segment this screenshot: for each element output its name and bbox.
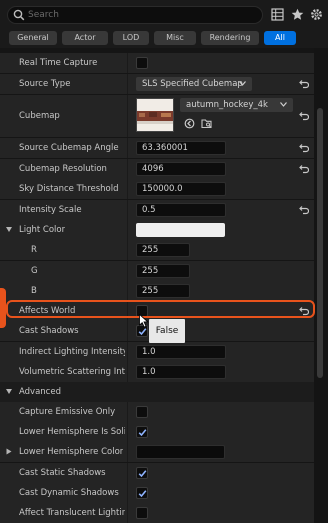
details-panel: Real Time Capture Source Type SLS Specif…: [0, 48, 314, 523]
row-cubemap: Cubemap autumn_hockey_4k: [0, 95, 314, 137]
search-icon: [13, 9, 25, 24]
search-toolbar: [0, 0, 328, 30]
reset-to-default-icon[interactable]: [298, 204, 309, 215]
tab-actor[interactable]: Actor: [62, 31, 108, 45]
row-cast-static-shadows: Cast Static Shadows: [0, 463, 314, 483]
checkmark-icon: [138, 429, 147, 437]
g-field[interactable]: 255: [136, 264, 190, 278]
b-label: B: [31, 286, 37, 296]
r-label: R: [31, 245, 37, 255]
expand-caret-icon[interactable]: [6, 448, 12, 455]
search-input[interactable]: [28, 8, 258, 22]
row-source-type: Source Type SLS Specified Cubemap: [0, 74, 314, 94]
indirect-lighting-intensity-field[interactable]: 1.0: [136, 345, 226, 359]
lower-hemisphere-color-swatch[interactable]: [136, 445, 225, 459]
cast-shadows-label: Cast Shadows: [19, 326, 79, 336]
g-label: G: [31, 266, 38, 276]
checkmark-icon: [138, 490, 147, 498]
affects-world-highlight: [6, 300, 315, 318]
row-lower-hemisphere-color: Lower Hemisphere Color: [0, 442, 314, 462]
chevron-down-icon: [280, 102, 287, 107]
r-field[interactable]: 255: [136, 243, 190, 257]
row-lower-hemisphere-is-solid: Lower Hemisphere Is Solid...: [0, 422, 314, 442]
row-light-color-g: G 255: [0, 261, 314, 281]
capture-emissive-only-label: Capture Emissive Only: [19, 407, 116, 417]
intensity-scale-label: Intensity Scale: [19, 205, 82, 215]
row-real-time-capture: Real Time Capture: [0, 53, 314, 73]
sky-distance-threshold-field[interactable]: 150000.0: [136, 182, 226, 196]
filter-tabs: General Actor LOD Misc Rendering All: [0, 30, 328, 48]
expand-caret-icon[interactable]: [6, 227, 12, 232]
light-color-label: Light Color: [19, 225, 66, 235]
row-light-color-b: B 255: [0, 281, 314, 301]
grid-view-icon[interactable]: [271, 8, 285, 22]
checkmark-icon: [138, 328, 147, 336]
b-field[interactable]: 255: [136, 284, 190, 298]
real-time-capture-label: Real Time Capture: [19, 58, 98, 68]
row-intensity-scale: Intensity Scale 0.5: [0, 200, 314, 220]
reset-to-default-icon[interactable]: [298, 78, 309, 89]
volumetric-scattering-intensity-field[interactable]: 1.0: [136, 365, 226, 379]
real-time-capture-checkbox[interactable]: [136, 57, 148, 69]
advanced-section-header[interactable]: Advanced: [0, 382, 314, 402]
lower-hemisphere-color-label: Lower Hemisphere Color: [19, 447, 124, 457]
row-light-color: Light Color: [0, 220, 314, 240]
favorite-star-icon[interactable]: [291, 8, 305, 22]
cubemap-asset-dropdown[interactable]: autumn_hockey_4k: [180, 98, 293, 112]
cast-dynamic-shadows-checkbox[interactable]: [136, 487, 148, 499]
cast-dynamic-shadows-label: Cast Dynamic Shadows: [19, 488, 119, 498]
affect-translucent-lighting-checkbox[interactable]: [136, 507, 148, 519]
use-selected-asset-icon[interactable]: [184, 118, 195, 129]
reset-to-default-icon[interactable]: [298, 163, 309, 174]
row-sky-distance-threshold: Sky Distance Threshold 150000.0: [0, 179, 314, 199]
cubemap-value: autumn_hockey_4k: [186, 100, 268, 110]
row-volumetric-scattering-intensity: Volumetric Scattering Inte... 1.0: [0, 362, 314, 382]
capture-emissive-only-checkbox[interactable]: [136, 406, 148, 418]
lower-hemisphere-is-solid-label: Lower Hemisphere Is Solid...: [19, 427, 125, 437]
cubemap-thumbnail[interactable]: [136, 98, 174, 132]
settings-gear-icon[interactable]: [310, 8, 324, 22]
browse-to-asset-icon[interactable]: [201, 118, 213, 129]
source-type-value: SLS Specified Cubemap: [142, 79, 243, 89]
tab-rendering[interactable]: Rendering: [201, 31, 259, 45]
row-capture-emissive-only: Capture Emissive Only: [0, 402, 314, 422]
chevron-down-icon: [239, 81, 246, 86]
cubemap-resolution-label: Cubemap Resolution: [19, 164, 107, 174]
cubemap-label: Cubemap: [19, 111, 60, 121]
reset-to-default-icon[interactable]: [298, 142, 309, 153]
affect-translucent-lighting-label: Affect Translucent Lighting: [19, 508, 125, 518]
reset-to-default-icon[interactable]: [298, 110, 309, 121]
cast-static-shadows-checkbox[interactable]: [136, 467, 148, 479]
affects-world-tooltip: False: [149, 319, 185, 343]
source-type-dropdown[interactable]: SLS Specified Cubemap: [136, 77, 252, 91]
sky-distance-threshold-label: Sky Distance Threshold: [19, 184, 119, 194]
row-cubemap-resolution: Cubemap Resolution 4096: [0, 159, 314, 179]
lower-hemisphere-is-solid-checkbox[interactable]: [136, 426, 148, 438]
search-box[interactable]: [7, 6, 263, 24]
row-indirect-lighting-intensity: Indirect Lighting Intensity 1.0: [0, 342, 314, 362]
source-cubemap-angle-field[interactable]: 63.360001: [136, 141, 226, 155]
collapse-caret-icon[interactable]: [6, 389, 12, 394]
light-color-swatch[interactable]: [136, 223, 225, 237]
intensity-scale-field[interactable]: 0.5: [136, 203, 226, 217]
cubemap-resolution-field[interactable]: 4096: [136, 162, 226, 176]
source-type-label: Source Type: [19, 79, 71, 89]
tab-lod[interactable]: LOD: [113, 31, 149, 45]
cast-static-shadows-label: Cast Static Shadows: [19, 468, 106, 478]
advanced-section-label: Advanced: [19, 387, 61, 397]
tab-all[interactable]: All: [264, 31, 296, 45]
tab-misc[interactable]: Misc: [154, 31, 196, 45]
mouse-cursor-icon: [139, 314, 149, 328]
scrollbar-thumb[interactable]: [317, 108, 323, 378]
row-source-cubemap-angle: Source Cubemap Angle 63.360001: [0, 138, 314, 158]
row-affect-translucent-lighting: Affect Translucent Lighting: [0, 503, 314, 523]
row-cast-dynamic-shadows: Cast Dynamic Shadows: [0, 483, 314, 503]
tab-general[interactable]: General: [9, 31, 57, 45]
volumetric-scattering-intensity-label: Volumetric Scattering Inte...: [19, 367, 125, 377]
row-light-color-r: R 255: [0, 240, 314, 260]
indirect-lighting-intensity-label: Indirect Lighting Intensity: [19, 347, 125, 357]
checkmark-icon: [138, 470, 147, 478]
source-cubemap-angle-label: Source Cubemap Angle: [19, 143, 119, 153]
